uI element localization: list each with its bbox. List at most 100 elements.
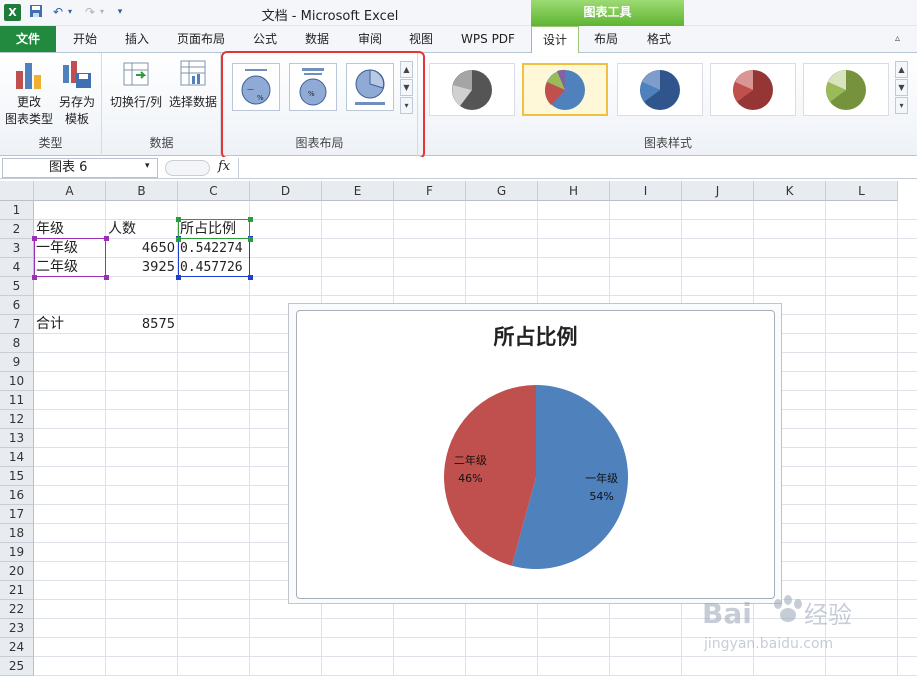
chart-style-green-thumbnail[interactable] (803, 63, 889, 116)
range-handle[interactable] (248, 237, 253, 242)
formula-bar: 图表 6 ▾ fx (0, 157, 917, 179)
row-header-3[interactable]: 3 (0, 239, 34, 258)
range-handle[interactable] (248, 275, 253, 280)
tab-data[interactable]: 数据 (295, 26, 339, 52)
styles-scroll-down-icon[interactable]: ▼ (895, 79, 908, 96)
column-header-G[interactable]: G (466, 181, 538, 201)
highlight-box (221, 51, 425, 159)
column-header-D[interactable]: D (250, 181, 322, 201)
row-header-20[interactable]: 20 (0, 562, 34, 581)
row-header-25[interactable]: 25 (0, 657, 34, 676)
tab-design[interactable]: 设计 (531, 26, 579, 53)
tab-view[interactable]: 视图 (399, 26, 443, 52)
styles-scroll-up-icon[interactable]: ▲ (895, 61, 908, 78)
styles-more-icon[interactable]: ▾ (895, 97, 908, 114)
row-header-6[interactable]: 6 (0, 296, 34, 315)
save-as-template-button[interactable]: 另存为 模板 (54, 57, 100, 128)
column-header-C[interactable]: C (178, 181, 250, 201)
tab-format[interactable]: 格式 (636, 26, 682, 52)
name-box[interactable]: 图表 6 (2, 158, 158, 178)
column-header-H[interactable]: H (538, 181, 610, 201)
column-header-E[interactable]: E (322, 181, 394, 201)
insert-function-icon[interactable]: fx (218, 159, 234, 177)
row-header-2[interactable]: 2 (0, 220, 34, 239)
chart-style-red-thumbnail[interactable] (710, 63, 796, 116)
pie-percent-label[interactable]: 54% (589, 490, 613, 503)
pie-chart[interactable]: 一年级 54% 二年级 46% (297, 311, 776, 600)
chart-style-blue-thumbnail[interactable] (617, 63, 703, 116)
column-header-K[interactable]: K (754, 181, 826, 201)
row-header-22[interactable]: 22 (0, 600, 34, 619)
select-data-button[interactable]: 选择数据 (165, 57, 221, 111)
row-header-18[interactable]: 18 (0, 524, 34, 543)
column-header-I[interactable]: I (610, 181, 682, 201)
chart-style-multicolor-thumbnail[interactable] (522, 63, 608, 116)
row-header-19[interactable]: 19 (0, 543, 34, 562)
range-handle[interactable] (104, 236, 109, 241)
tab-layout[interactable]: 布局 (584, 26, 628, 52)
row-header-23[interactable]: 23 (0, 619, 34, 638)
cell-A2[interactable]: 年级 (36, 220, 103, 239)
change-chart-type-button[interactable]: 更改 图表类型 (4, 57, 54, 128)
chart-style-gray-thumbnail[interactable] (429, 63, 515, 116)
type-group: 更改 图表类型 另存为 模板 类型 (0, 53, 102, 156)
tab-review[interactable]: 审阅 (348, 26, 392, 52)
range-handle[interactable] (32, 236, 37, 241)
row-header-10[interactable]: 10 (0, 372, 34, 391)
category-range-highlight (34, 238, 106, 277)
tab-wps-pdf[interactable]: WPS PDF (452, 26, 524, 52)
range-handle[interactable] (248, 217, 253, 222)
row-header-4[interactable]: 4 (0, 258, 34, 277)
select-all-corner[interactable] (0, 181, 34, 201)
name-box-dropdown-icon[interactable]: ▾ (145, 161, 150, 171)
cell-B2[interactable]: 人数 (108, 220, 175, 239)
row-header-12[interactable]: 12 (0, 410, 34, 429)
row-header-5[interactable]: 5 (0, 277, 34, 296)
cell-B3[interactable]: 4650 (108, 239, 175, 258)
switch-row-column-button[interactable]: 切换行/列 (107, 57, 165, 111)
save-as-template-label-2: 模板 (64, 112, 89, 126)
column-header-B[interactable]: B (106, 181, 178, 201)
formula-bar-divider (165, 160, 210, 176)
tab-page-layout[interactable]: 页面布局 (170, 26, 232, 52)
cell-A7[interactable]: 合计 (36, 315, 103, 334)
row-header-8[interactable]: 8 (0, 334, 34, 353)
row-header-9[interactable]: 9 (0, 353, 34, 372)
range-handle[interactable] (32, 275, 37, 280)
row-header-15[interactable]: 15 (0, 467, 34, 486)
chart-area[interactable]: 所占比例 一年级 54% 二年级 46% (296, 310, 775, 599)
save-template-icon (60, 57, 94, 91)
column-header-L[interactable]: L (826, 181, 898, 201)
value-range-highlight (178, 238, 250, 277)
row-header-17[interactable]: 17 (0, 505, 34, 524)
cell-B7[interactable]: 8575 (108, 315, 175, 334)
row-header-7[interactable]: 7 (0, 315, 34, 334)
row-header-1[interactable]: 1 (0, 201, 34, 220)
ribbon-minimize-icon[interactable]: ▵ (895, 33, 900, 44)
tab-file[interactable]: 文件 (0, 26, 56, 52)
column-header-A[interactable]: A (34, 181, 106, 201)
tab-insert[interactable]: 插入 (114, 26, 160, 52)
row-header-16[interactable]: 16 (0, 486, 34, 505)
pie-category-label[interactable]: 一年级 (585, 471, 618, 485)
range-handle[interactable] (104, 275, 109, 280)
range-handle[interactable] (176, 275, 181, 280)
range-handle[interactable] (176, 237, 181, 242)
row-header-24[interactable]: 24 (0, 638, 34, 657)
pie-category-label[interactable]: 二年级 (454, 453, 487, 467)
change-chart-type-label-1: 更改 (16, 95, 41, 109)
column-header-J[interactable]: J (682, 181, 754, 201)
row-header-11[interactable]: 11 (0, 391, 34, 410)
tab-home[interactable]: 开始 (62, 26, 108, 52)
pie-percent-label[interactable]: 46% (458, 472, 482, 485)
range-handle[interactable] (176, 217, 181, 222)
series-name-highlight (178, 219, 250, 239)
tab-formulas[interactable]: 公式 (243, 26, 287, 52)
row-header-21[interactable]: 21 (0, 581, 34, 600)
row-header-13[interactable]: 13 (0, 429, 34, 448)
cell-B4[interactable]: 3925 (108, 258, 175, 277)
chart-styles-group: ▲ ▼ ▾ 图表样式 (419, 53, 917, 156)
row-header-14[interactable]: 14 (0, 448, 34, 467)
formula-input[interactable] (238, 158, 915, 178)
column-header-F[interactable]: F (394, 181, 466, 201)
